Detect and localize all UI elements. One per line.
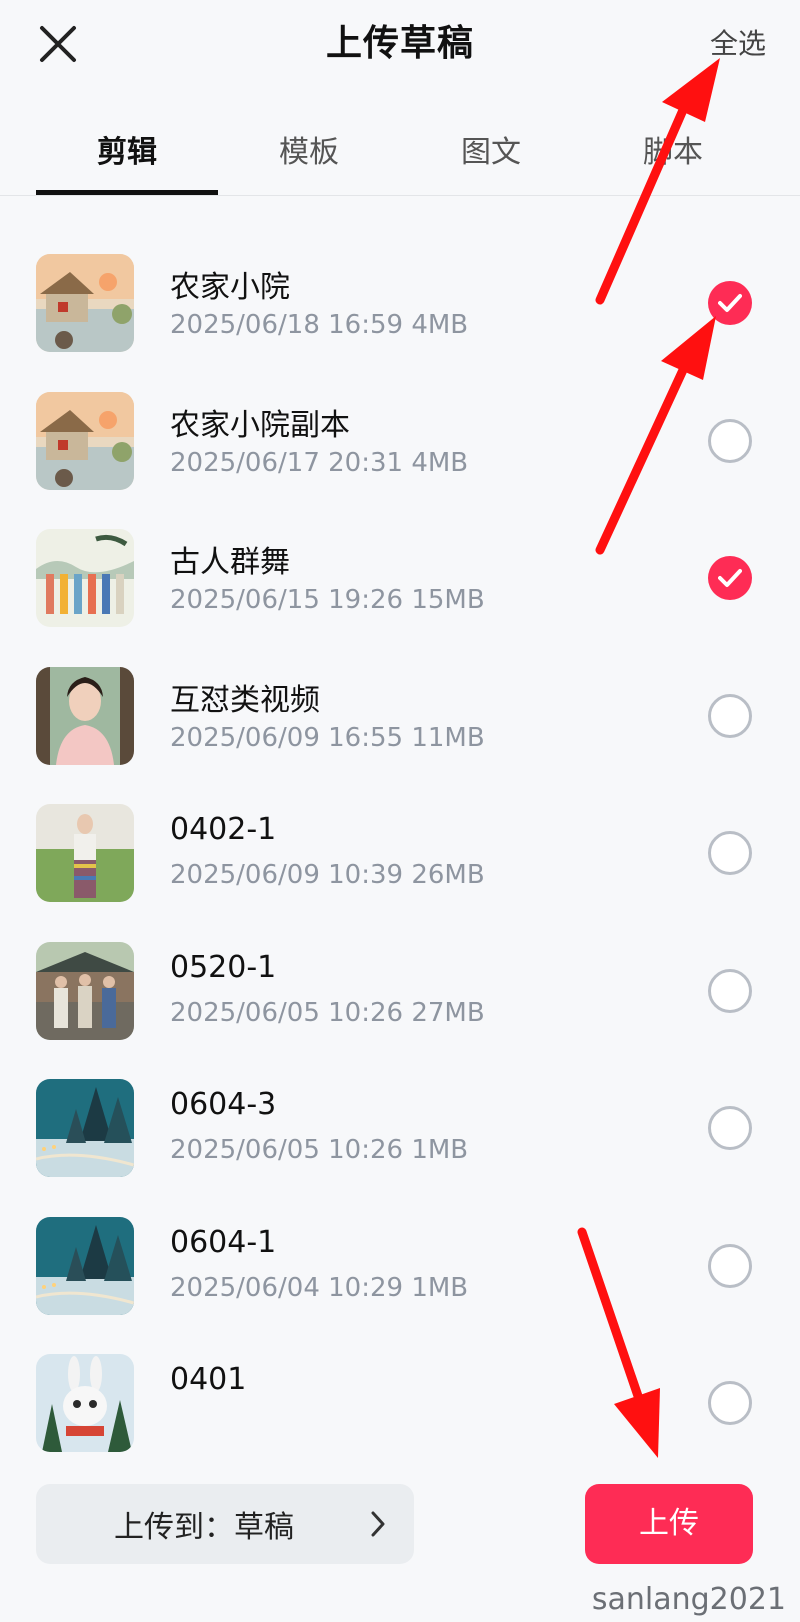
draft-list-item[interactable]: 农家小院副本 2025/06/17 20:31 4MB	[0, 374, 800, 516]
draft-name: 互怼类视频	[170, 682, 320, 718]
draft-thumbnail	[36, 391, 134, 490]
draft-name: 0402-1	[170, 812, 277, 847]
draft-list-item[interactable]: 0604-3 2025/06/05 10:26 1MB	[0, 1061, 800, 1203]
draft-thumbnail	[36, 666, 134, 765]
checkbox-checked[interactable]	[708, 556, 752, 600]
draft-thumbnail	[36, 804, 134, 902]
watermark-text: sanlang2021	[591, 1582, 786, 1617]
draft-name: 0604-3	[170, 1087, 277, 1122]
draft-thumbnail	[36, 941, 134, 1040]
draft-meta: 2025/06/15 19:26 15MB	[170, 585, 485, 615]
draft-meta: 2025/06/05 10:26 27MB	[170, 997, 485, 1028]
checkbox-checked[interactable]	[708, 281, 752, 325]
checkbox-unchecked[interactable]	[708, 831, 752, 875]
draft-name: 0401	[170, 1362, 247, 1397]
draft-list-item[interactable]: 0520-1 2025/06/05 10:26 27MB	[0, 924, 800, 1066]
checkmark-icon	[718, 569, 742, 587]
tab-bar: 剪辑 模板 图文 脚本	[0, 105, 800, 196]
tab-edit[interactable]: 剪辑	[36, 127, 218, 171]
tab-template[interactable]: 模板	[218, 127, 400, 171]
draft-list-item[interactable]: 0402-1 2025/06/09 10:39 26MB	[0, 786, 800, 928]
upload-destination-label: 上传到：草稿	[114, 1510, 294, 1545]
tab-script[interactable]: 脚本	[582, 127, 764, 171]
draft-name: 0520-1	[170, 949, 277, 985]
draft-list[interactable]: 农家小院 2025/06/18 16:59 4MB 农家小院副本 2025/06/1…	[0, 236, 800, 1454]
draft-list-item[interactable]: 古人群舞 2025/06/15 19:26 15MB	[0, 511, 800, 653]
draft-name: 0604-1	[170, 1224, 277, 1260]
draft-list-item[interactable]: 0604-1 2025/06/04 10:29 1MB	[0, 1199, 800, 1341]
draft-thumbnail	[36, 529, 134, 627]
select-all-button[interactable]: 全选	[710, 22, 766, 62]
draft-list-item[interactable]: 农家小院 2025/06/18 16:59 4MB	[0, 236, 800, 378]
draft-list-item[interactable]: 0401	[0, 1336, 800, 1454]
checkmark-icon	[718, 294, 742, 312]
draft-name: 古人群舞	[170, 545, 290, 580]
draft-name: 农家小院副本	[170, 407, 350, 443]
draft-list-item[interactable]: 互怼类视频 2025/06/09 16:55 11MB	[0, 649, 800, 791]
checkbox-unchecked[interactable]	[708, 1106, 752, 1150]
tab-image-text[interactable]: 图文	[400, 127, 582, 171]
upload-button[interactable]: 上传	[585, 1484, 753, 1564]
checkbox-unchecked[interactable]	[708, 418, 752, 463]
draft-thumbnail	[36, 1079, 134, 1177]
draft-name: 农家小院	[170, 270, 290, 305]
draft-meta: 2025/06/18 16:59 4MB	[170, 310, 469, 340]
upload-destination-button[interactable]: 上传到：草稿	[36, 1484, 414, 1564]
draft-meta: 2025/06/04 10:29 1MB	[170, 1272, 469, 1303]
header-bar: 上传草稿 全选	[0, 0, 800, 88]
draft-meta: 2025/06/09 16:55 11MB	[170, 722, 485, 753]
checkbox-unchecked[interactable]	[708, 693, 752, 738]
draft-meta: 2025/06/17 20:31 4MB	[170, 447, 469, 478]
page-title: 上传草稿	[325, 23, 474, 64]
active-tab-indicator	[36, 190, 218, 195]
draft-meta: 2025/06/05 10:26 1MB	[170, 1135, 469, 1165]
checkbox-unchecked[interactable]	[708, 968, 752, 1013]
draft-thumbnail	[36, 1216, 134, 1315]
chevron-right-icon	[370, 1510, 386, 1542]
draft-thumbnail	[36, 254, 134, 352]
draft-meta: 2025/06/09 10:39 26MB	[170, 860, 485, 890]
draft-thumbnail	[36, 1354, 134, 1452]
checkbox-unchecked[interactable]	[708, 1243, 752, 1288]
checkbox-unchecked[interactable]	[708, 1381, 752, 1425]
